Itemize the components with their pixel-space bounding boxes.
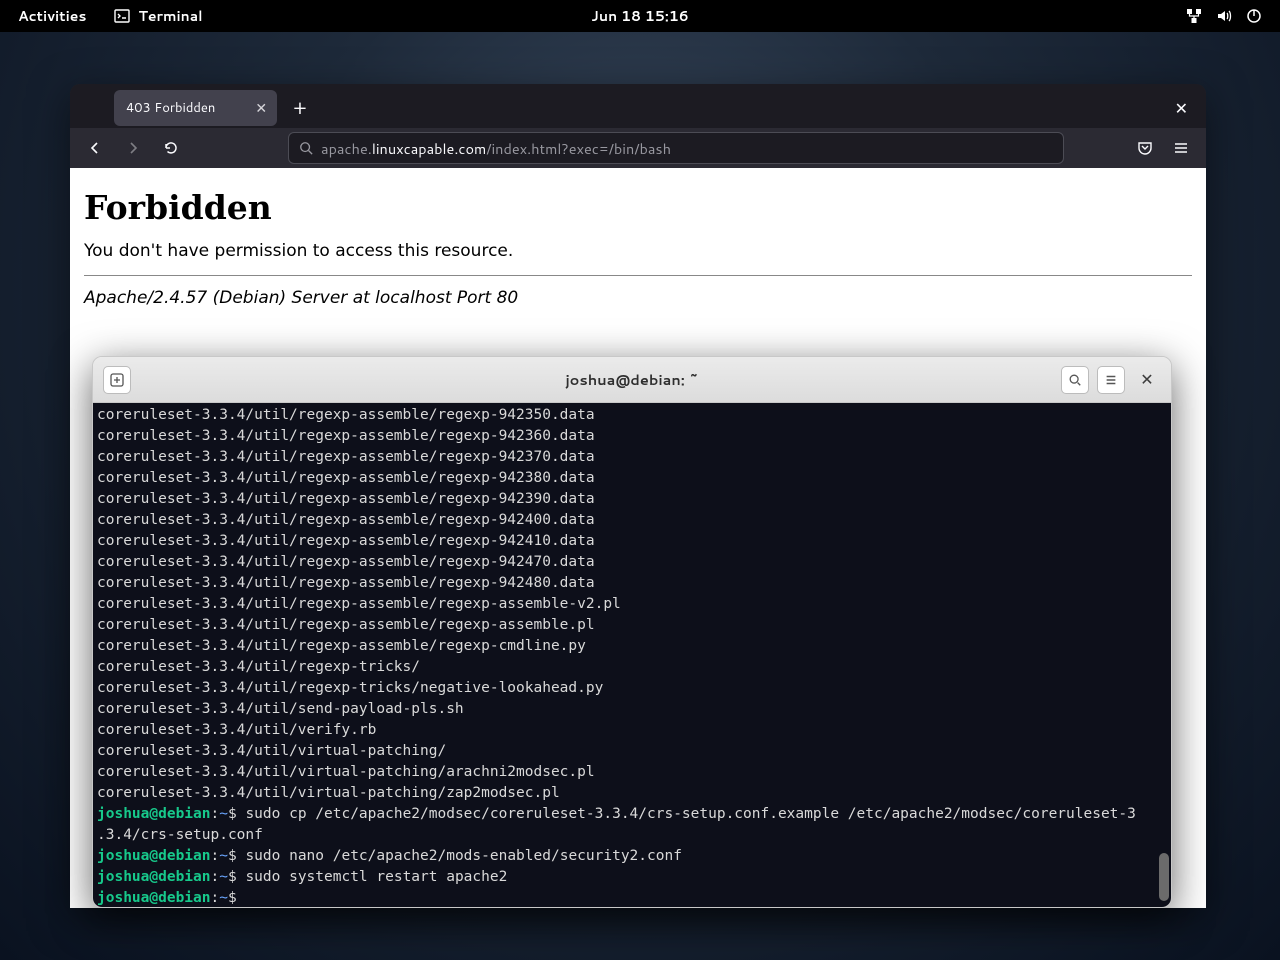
tab-strip: 403 Forbidden ✕ + ✕ [70, 84, 1206, 128]
network-icon[interactable] [1186, 8, 1202, 24]
server-signature: Apache/2.4.57 (Debian) Server at localho… [84, 288, 1192, 308]
back-button[interactable] [80, 133, 110, 163]
new-tab-terminal-button[interactable] [103, 366, 131, 394]
browser-toolbar: apache.linuxcapable.com/index.html?exec=… [70, 128, 1206, 168]
hamburger-menu-button[interactable] [1166, 133, 1196, 163]
app-menu[interactable]: Terminal [114, 6, 202, 26]
clock[interactable]: Jun 18 15:16 [591, 6, 688, 26]
search-icon [299, 141, 313, 155]
url-bar[interactable]: apache.linuxcapable.com/index.html?exec=… [288, 132, 1064, 164]
window-close-button[interactable]: ✕ [1175, 97, 1188, 120]
forward-button[interactable] [118, 133, 148, 163]
browser-tab[interactable]: 403 Forbidden ✕ [114, 90, 277, 126]
terminal-icon [114, 8, 130, 24]
tab-title: 403 Forbidden [126, 99, 215, 117]
terminal-title: joshua@debian: ~ [565, 369, 698, 390]
scrollbar-thumb[interactable] [1159, 853, 1169, 901]
reload-button[interactable] [156, 133, 186, 163]
gnome-topbar: Activities Terminal Jun 18 15:16 [0, 0, 1280, 32]
terminal-search-button[interactable] [1061, 366, 1089, 394]
url-text: apache.linuxcapable.com/index.html?exec=… [321, 138, 671, 159]
divider [84, 275, 1192, 276]
page-body-text: You don't have permission to access this… [84, 241, 1192, 261]
activities-button[interactable]: Activities [18, 6, 86, 26]
volume-icon[interactable] [1216, 8, 1232, 24]
tab-close-icon[interactable]: ✕ [255, 98, 267, 118]
page-heading: Forbidden [84, 188, 1192, 227]
terminal-body[interactable]: coreruleset-3.3.4/util/regexp-assemble/r… [93, 403, 1171, 907]
terminal-header: joshua@debian: ~ ✕ [93, 357, 1171, 403]
pocket-button[interactable] [1130, 133, 1160, 163]
new-tab-button[interactable]: + [293, 94, 307, 122]
power-icon[interactable] [1246, 8, 1262, 24]
app-menu-label: Terminal [138, 6, 202, 26]
terminal-close-button[interactable]: ✕ [1133, 366, 1161, 394]
terminal-window: joshua@debian: ~ ✕ coreruleset-3.3.4/uti… [92, 356, 1172, 908]
terminal-menu-button[interactable] [1097, 366, 1125, 394]
